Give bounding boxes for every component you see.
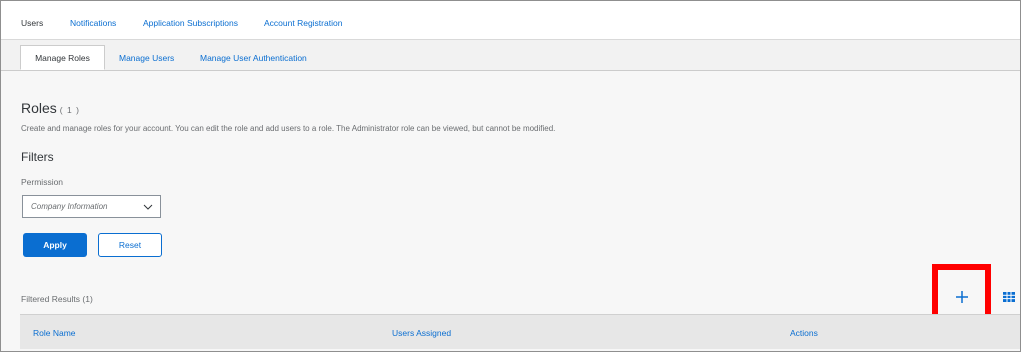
- table-settings-icon[interactable]: [1003, 292, 1015, 302]
- tab-users[interactable]: Users: [21, 18, 43, 28]
- roles-count: ( 1 ): [59, 105, 80, 115]
- sub-tab-bar: Manage Roles Manage Users Manage User Au…: [1, 40, 1020, 71]
- tab-manage-user-authentication[interactable]: Manage User Authentication: [200, 53, 307, 63]
- tab-manage-roles[interactable]: Manage Roles: [20, 45, 105, 70]
- page-title-text: Roles: [21, 100, 57, 116]
- tab-application-subscriptions[interactable]: Application Subscriptions: [143, 18, 238, 28]
- chevron-down-icon: [143, 204, 153, 210]
- column-users-assigned[interactable]: Users Assigned: [392, 328, 451, 338]
- permission-select[interactable]: Company Information: [22, 195, 161, 218]
- page-title: Roles( 1 ): [21, 100, 80, 116]
- page-description: Create and manage roles for your account…: [21, 124, 556, 133]
- column-role-name[interactable]: Role Name: [33, 328, 76, 338]
- top-tab-bar: Users Notifications Application Subscrip…: [1, 1, 1020, 40]
- add-role-button[interactable]: [952, 287, 972, 307]
- tab-account-registration[interactable]: Account Registration: [264, 18, 342, 28]
- permission-label: Permission: [21, 177, 64, 187]
- tab-manage-users[interactable]: Manage Users: [119, 53, 174, 63]
- apply-button[interactable]: Apply: [23, 233, 87, 257]
- reset-button[interactable]: Reset: [98, 233, 162, 257]
- table-header: Role Name Users Assigned Actions: [20, 314, 1020, 349]
- column-actions: Actions: [790, 328, 818, 338]
- permission-select-value: Company Information: [31, 202, 108, 211]
- filtered-results-label: Filtered Results (1): [21, 294, 93, 304]
- plus-icon: [956, 291, 968, 303]
- filters-heading: Filters: [21, 150, 54, 164]
- tab-notifications[interactable]: Notifications: [70, 18, 116, 28]
- app-frame: Users Notifications Application Subscrip…: [0, 0, 1021, 352]
